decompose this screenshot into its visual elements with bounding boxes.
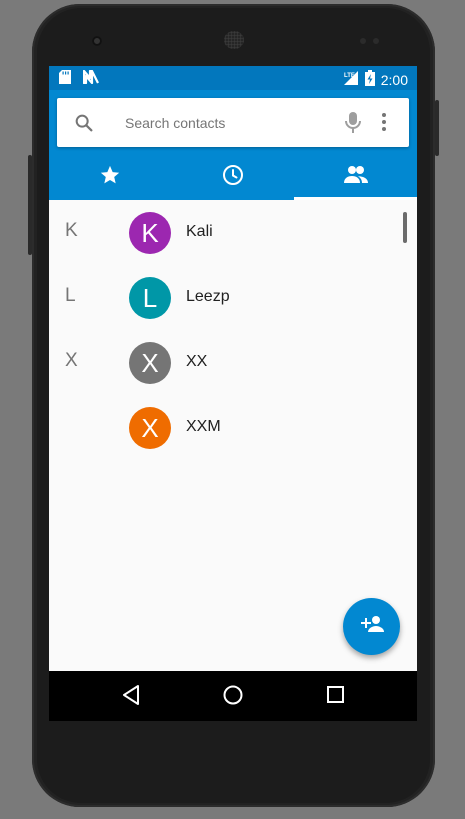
- section-letter: X: [65, 350, 78, 371]
- home-icon[interactable]: [222, 684, 244, 711]
- back-icon[interactable]: [121, 684, 141, 711]
- light-sensor: [373, 38, 379, 44]
- screen: LTE 2:00 Search contacts K K Kali L L Le…: [49, 66, 417, 721]
- avatar[interactable]: X: [129, 342, 171, 384]
- contact-name: Leezp: [186, 288, 230, 305]
- contact-name: XXM: [186, 418, 221, 435]
- contact-row[interactable]: X X XX: [49, 330, 417, 395]
- clock-icon: [221, 163, 245, 192]
- tab-favorites[interactable]: [49, 154, 172, 200]
- add-person-icon: [359, 614, 385, 639]
- status-bar: LTE 2:00: [49, 66, 417, 90]
- contact-list: K K Kali L L Leezp X X XX X XXM: [49, 200, 417, 460]
- contact-name: Kali: [186, 223, 213, 240]
- contact-name: XX: [186, 353, 208, 370]
- avatar[interactable]: X: [129, 407, 171, 449]
- n-notification-icon: [82, 69, 99, 89]
- section-letter: L: [65, 285, 76, 306]
- avatar[interactable]: L: [129, 277, 171, 319]
- battery-charging-icon: [364, 70, 375, 89]
- search-input[interactable]: [123, 111, 337, 135]
- proximity-sensor: [360, 38, 366, 44]
- tab-bar: [49, 154, 417, 200]
- status-time: 2:00: [380, 71, 408, 88]
- front-camera: [92, 36, 102, 46]
- tab-contacts[interactable]: [294, 154, 417, 200]
- network-type-label: LTE: [344, 73, 355, 79]
- tab-recents[interactable]: [172, 154, 295, 200]
- section-letter: K: [65, 220, 78, 241]
- power-button: [435, 100, 439, 156]
- recents-icon[interactable]: [326, 684, 346, 711]
- mic-icon[interactable]: [344, 111, 362, 140]
- add-contact-button[interactable]: [343, 598, 400, 655]
- contact-row[interactable]: L L Leezp: [49, 265, 417, 330]
- people-icon: [343, 165, 369, 190]
- contact-row[interactable]: K K Kali: [49, 200, 417, 265]
- star-icon: [99, 164, 121, 191]
- earpiece-speaker: [224, 31, 244, 49]
- volume-button: [28, 155, 32, 255]
- avatar[interactable]: K: [129, 212, 171, 254]
- navigation-bar: [49, 671, 417, 721]
- scrollbar[interactable]: [403, 212, 407, 243]
- search-icon[interactable]: [73, 112, 95, 139]
- more-options-icon[interactable]: [381, 112, 387, 137]
- lte-signal-icon: LTE: [343, 70, 359, 89]
- app-header: [49, 90, 417, 200]
- search-bar[interactable]: [57, 98, 409, 147]
- sd-card-icon: [59, 70, 71, 89]
- contact-row[interactable]: X XXM: [49, 395, 417, 460]
